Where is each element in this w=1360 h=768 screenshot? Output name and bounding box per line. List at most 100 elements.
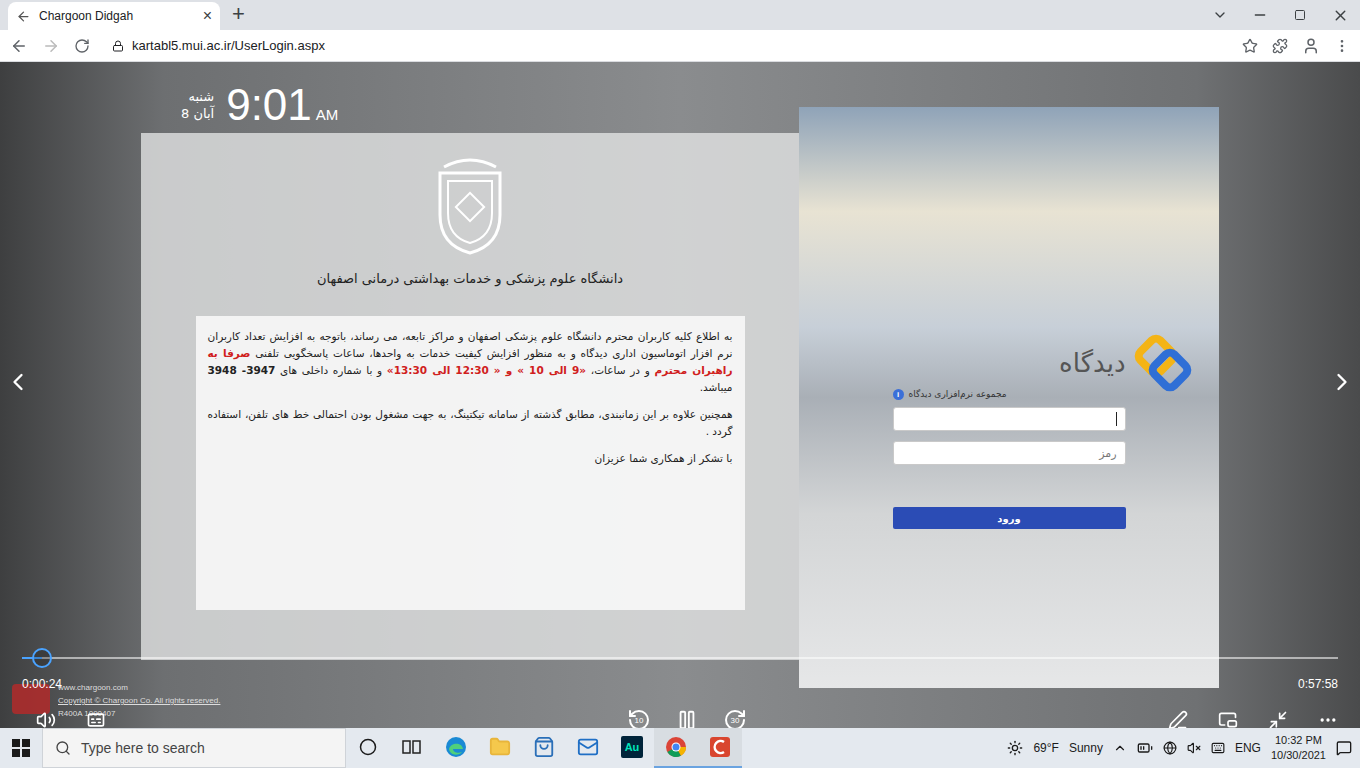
subtitles-icon[interactable]: [86, 710, 106, 728]
screen: Chargoon Didgah× + kartabl5.mui.ac.ir/User…: [0, 0, 1360, 768]
chrome-icon: [665, 736, 687, 758]
camtasia-icon: [709, 736, 731, 758]
speaker-icon: [1187, 741, 1201, 755]
address-bar: kartabl5.mui.ac.ir/UserLogin.aspx: [0, 30, 1360, 62]
close-icon: [1332, 7, 1349, 24]
language[interactable]: ENG: [1235, 741, 1261, 755]
maximize-icon: [1294, 9, 1306, 21]
new-tab-button[interactable]: +: [232, 3, 245, 25]
login-panel: دیدگاهiمجموعه نرم‌افزاری دیدگاه رمز ورود: [799, 107, 1219, 688]
taskbar-app[interactable]: [346, 728, 390, 768]
taskbar: Type here to search Au 69°F Sunny ENG 10:32 P…: [0, 728, 1360, 768]
clock-time: 9:01: [226, 80, 312, 130]
pause-icon[interactable]: [676, 709, 698, 728]
didgah-logo: دیدگاه: [893, 339, 1194, 387]
chevron-right-icon: [1328, 368, 1356, 396]
notice-paragraph: به اطلاع کلیه کاربران محترم دانشگاه علوم…: [208, 328, 733, 396]
tab-search-button[interactable]: [1200, 0, 1240, 30]
username-field[interactable]: [893, 407, 1126, 431]
notice-paragraph: با تشکر از همکاری شما عزیزان: [208, 450, 733, 467]
suite-label: iمجموعه نرم‌افزاری دیدگاه: [893, 387, 1126, 401]
forward-button[interactable]: 30: [722, 707, 748, 728]
notice-panel: دانشگاه علوم پزشکی و خدمات بهداشتی درمان…: [141, 133, 799, 660]
audition-icon: Au: [621, 736, 643, 758]
store-icon: [533, 736, 555, 758]
browser-tab[interactable]: Chargoon Didgah×: [8, 2, 220, 30]
page-footer: www.chargoon.comCopyright © Chargoon Co.…: [58, 681, 220, 720]
seek-thumb[interactable]: [32, 648, 52, 668]
file-explorer-icon: [489, 736, 511, 758]
taskbar-app[interactable]: [478, 728, 522, 768]
info-column: شنبه8 آبان 9:01AM دانشگاه علوم پزشکی و خدم…: [141, 62, 799, 660]
more-icon[interactable]: [1318, 710, 1338, 728]
taskbar-app[interactable]: [698, 728, 742, 768]
chevron-down-icon: [1212, 7, 1228, 23]
previous-button[interactable]: [4, 368, 32, 396]
taskbar-app[interactable]: Au: [610, 728, 654, 768]
cortana-icon: [359, 738, 377, 756]
bookmark-star-icon[interactable]: [1242, 38, 1258, 54]
mini-view-icon[interactable]: [1218, 710, 1238, 728]
profile-icon[interactable]: [1302, 37, 1320, 55]
edge-icon: [445, 736, 467, 758]
url-field[interactable]: kartabl5.mui.ac.ir/UserLogin.aspx: [104, 33, 1228, 59]
start-button[interactable]: [0, 728, 42, 768]
tray-expand-icon[interactable]: [1113, 741, 1127, 755]
university-name: دانشگاه علوم پزشکی و خدمات بهداشتی درمان…: [317, 271, 623, 286]
favicon-icon: [16, 9, 31, 24]
info-icon[interactable]: i: [893, 389, 904, 400]
weather-condition: Sunny: [1069, 741, 1103, 755]
minimize-icon: [1252, 7, 1268, 23]
keyboard-icon: [1211, 741, 1225, 755]
tab-close-button[interactable]: ×: [203, 8, 212, 24]
notifications-icon[interactable]: [1336, 740, 1352, 756]
notice-paragraph: همچنین علاوه بر این زمانبندی، مطابق گذشت…: [208, 406, 733, 440]
chevron-left-icon: [4, 368, 32, 396]
taskbar-app[interactable]: [522, 728, 566, 768]
weather-temp: 69°F: [1033, 741, 1058, 755]
university-emblem-icon: [434, 153, 506, 255]
windows-logo-icon: [12, 739, 30, 757]
pen-icon[interactable]: [1168, 710, 1188, 728]
remaining-time: 0:57:58: [1298, 677, 1338, 691]
maximize-button[interactable]: [1280, 0, 1320, 30]
minimize-button[interactable]: [1240, 0, 1280, 30]
login-button[interactable]: ورود: [893, 507, 1126, 529]
clock-date: 8 آبان: [181, 105, 214, 122]
taskbar-app[interactable]: [390, 728, 434, 768]
mail-icon: [577, 736, 599, 758]
clock: شنبه8 آبان 9:01AM: [141, 76, 799, 133]
notice-box: به اطلاع کلیه کاربران محترم دانشگاه علوم…: [196, 316, 745, 610]
clock-meridiem: AM: [316, 106, 339, 123]
system-tray: 69°F Sunny ENG 10:32 PM10/30/2021: [1007, 733, 1360, 763]
didgah-logo-icon: [1132, 332, 1194, 394]
network-icon: [1163, 741, 1177, 755]
extensions-icon[interactable]: [1272, 38, 1288, 54]
task-view-icon: [402, 738, 422, 756]
rewind-button[interactable]: 10: [626, 707, 652, 728]
taskbar-search[interactable]: Type here to search: [42, 728, 346, 768]
menu-icon[interactable]: [1334, 38, 1350, 54]
forward-icon[interactable]: [42, 37, 60, 55]
close-button[interactable]: [1320, 0, 1360, 30]
elapsed-time: 0:00:24: [22, 677, 62, 691]
taskbar-app[interactable]: [654, 728, 698, 768]
taskbar-app[interactable]: [566, 728, 610, 768]
password-field[interactable]: رمز: [893, 441, 1126, 465]
clock-day: شنبه: [188, 88, 214, 105]
taskbar-app[interactable]: [434, 728, 478, 768]
tab-strip: Chargoon Didgah× +: [0, 0, 1360, 30]
seek-bar[interactable]: [22, 657, 1338, 659]
weather-icon: [1007, 740, 1023, 756]
battery-icon: [1137, 740, 1153, 756]
taskbar-clock[interactable]: 10:32 PM10/30/2021: [1271, 733, 1326, 763]
back-icon[interactable]: [10, 37, 28, 55]
player-controls: 0:00:24 0:57:58 10 30: [0, 648, 1360, 728]
exit-fullscreen-icon[interactable]: [1268, 710, 1288, 728]
search-icon: [55, 740, 71, 756]
volume-icon[interactable]: [36, 710, 56, 728]
next-button[interactable]: [1328, 368, 1356, 396]
video-frame: شنبه8 آبان 9:01AM دانشگاه علوم پزشکی و خدم…: [0, 62, 1360, 728]
lock-icon: [112, 40, 124, 52]
reload-icon[interactable]: [74, 38, 90, 54]
